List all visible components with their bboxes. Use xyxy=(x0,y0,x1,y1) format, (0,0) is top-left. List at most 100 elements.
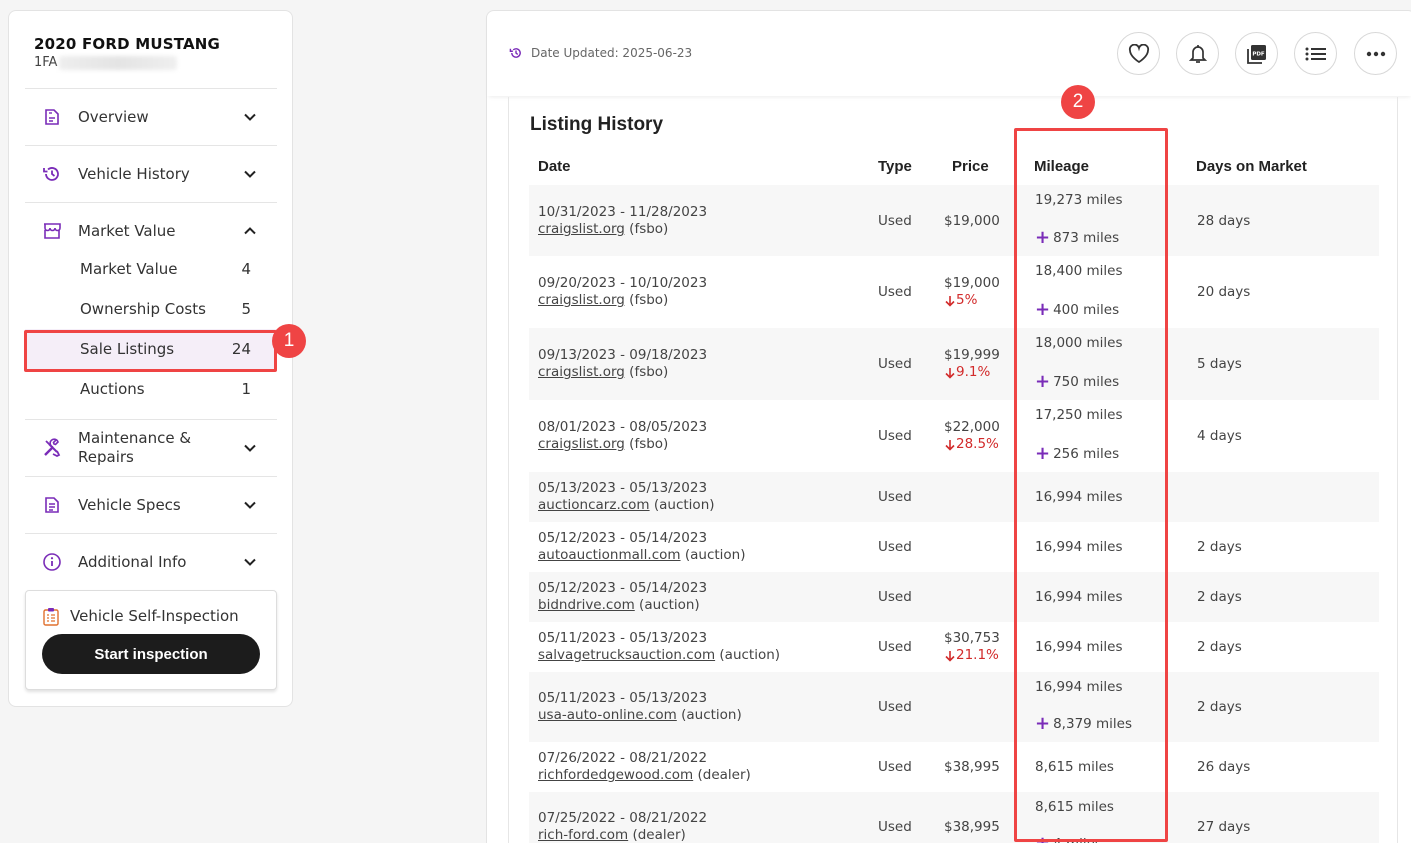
listing-source-link[interactable]: autoauctionmall.com xyxy=(538,547,681,563)
listing-date-cell: 05/11/2023 - 05/13/2023 salvagetrucksauct… xyxy=(538,630,780,664)
listing-price-cell: $19,000 5% xyxy=(944,275,1000,309)
listing-source-link[interactable]: richfordedgewood.com xyxy=(538,767,693,783)
price-drop-percent: 28.5% xyxy=(956,436,999,452)
chevron-down-icon xyxy=(244,113,256,121)
sub-sale-listings[interactable]: Sale Listings 24 xyxy=(25,329,277,369)
vin-prefix: 1FA xyxy=(34,55,58,70)
listing-history-section: Listing History Date Type Price Mileage … xyxy=(508,97,1398,843)
listing-days-on-market: 4 days xyxy=(1197,428,1242,444)
chevron-down-icon xyxy=(244,558,256,566)
nav-additional-info[interactable]: Additional Info xyxy=(25,533,277,590)
listing-source: craigslist.org (fsbo) xyxy=(538,221,707,238)
listing-source-link[interactable]: salvagetrucksauction.com xyxy=(538,647,715,663)
listing-date: 10/31/2023 - 11/28/2023 xyxy=(538,204,708,220)
listing-source-link[interactable]: rich-ford.com xyxy=(538,827,628,843)
listing-price: $19,000 xyxy=(944,275,1000,291)
listing-date-cell: 05/12/2023 - 05/14/2023 autoauctionmall.c… xyxy=(538,530,746,564)
table-row: 05/12/2023 - 05/14/2023 bidndrive.com (au… xyxy=(529,572,1379,622)
listing-source-link[interactable]: craigslist.org xyxy=(538,364,625,380)
nav-maintenance-repairs[interactable]: Maintenance & Repairs xyxy=(25,419,277,476)
listing-kind: (fsbo) xyxy=(629,364,669,380)
table-row: 08/01/2023 - 08/05/2023 craigslist.org (f… xyxy=(529,400,1379,472)
listing-type: Used xyxy=(878,284,912,300)
bell-icon xyxy=(1188,44,1207,63)
listing-source: craigslist.org (fsbo) xyxy=(538,364,707,381)
sub-ownership-costs[interactable]: Ownership Costs 5 xyxy=(25,289,277,329)
listing-date: 09/13/2023 - 09/18/2023 xyxy=(538,347,708,363)
listing-kind: (dealer) xyxy=(632,827,686,843)
mileage-delta: +400 miles xyxy=(1035,299,1119,320)
listing-date-cell: 05/11/2023 - 05/13/2023 usa-auto-online.c… xyxy=(538,690,742,724)
listing-kind: (auction) xyxy=(684,547,746,563)
tools-icon xyxy=(41,437,63,459)
sub-auctions[interactable]: Auctions 1 xyxy=(25,369,277,409)
listing-kind: (fsbo) xyxy=(629,221,669,237)
listing-history-title: Listing History xyxy=(530,114,664,135)
listing-kind: (auction) xyxy=(639,597,700,613)
sub-ownership-costs-label: Ownership Costs xyxy=(80,300,206,318)
listing-type: Used xyxy=(878,213,912,229)
listing-mileage: 18,400 miles xyxy=(1035,263,1123,279)
mileage-delta-value: 8,379 miles xyxy=(1053,716,1133,732)
listing-source-link[interactable]: craigslist.org xyxy=(538,221,625,237)
listing-mileage: 16,994 miles xyxy=(1035,589,1123,605)
plus-icon: + xyxy=(1035,713,1051,734)
plus-icon: + xyxy=(1035,299,1051,320)
sub-market-value[interactable]: Market Value 4 xyxy=(25,249,277,289)
price-drop: 28.5% xyxy=(944,436,1000,453)
start-inspection-button[interactable]: Start inspection xyxy=(42,634,260,674)
date-updated: Date Updated: 2025-06-23 xyxy=(509,46,692,60)
sub-sale-listings-count: 24 xyxy=(231,340,251,358)
col-header-mileage: Mileage xyxy=(1034,158,1090,175)
listing-price-cell: $19,000 xyxy=(944,213,1000,230)
list-view-button[interactable] xyxy=(1294,32,1337,75)
table-row: 05/13/2023 - 05/13/2023 auctioncarz.com (… xyxy=(529,472,1379,522)
listing-type: Used xyxy=(878,699,912,715)
arrow-down-icon xyxy=(945,367,955,379)
chevron-up-icon xyxy=(244,227,256,235)
more-options-button[interactable] xyxy=(1354,32,1397,75)
date-updated-text: Date Updated: 2025-06-23 xyxy=(531,46,693,60)
nav-overview[interactable]: Overview xyxy=(25,88,277,145)
plus-icon: + xyxy=(1035,371,1051,392)
listing-type: Used xyxy=(878,589,912,605)
listing-mileage: 16,994 miles xyxy=(1035,539,1123,555)
listing-source-link[interactable]: usa-auto-online.com xyxy=(538,707,677,723)
table-row: 09/20/2023 - 10/10/2023 craigslist.org (f… xyxy=(529,256,1379,328)
history-icon xyxy=(509,48,521,58)
sub-auctions-count: 1 xyxy=(241,380,251,398)
listing-date: 07/26/2022 - 08/21/2022 xyxy=(538,750,708,766)
storefront-icon xyxy=(41,220,63,242)
listing-date: 05/11/2023 - 05/13/2023 xyxy=(538,630,708,646)
arrow-down-icon xyxy=(945,650,955,662)
alerts-button[interactable] xyxy=(1176,32,1219,75)
mileage-delta: +4 miles xyxy=(1035,835,1102,843)
chevron-down-icon xyxy=(244,170,256,178)
listing-type: Used xyxy=(878,356,912,372)
listing-source-link[interactable]: bidndrive.com xyxy=(538,597,635,613)
listing-source-link[interactable]: craigslist.org xyxy=(538,292,625,308)
mileage-delta: +256 miles xyxy=(1035,445,1120,463)
listing-source-link[interactable]: auctioncarz.com xyxy=(538,497,650,513)
pdf-button[interactable]: PDF xyxy=(1235,32,1278,75)
nav-overview-label: Overview xyxy=(78,107,149,126)
nav-vehicle-history[interactable]: Vehicle History xyxy=(25,145,277,202)
favorite-button[interactable] xyxy=(1117,32,1160,75)
listing-date-cell: 09/13/2023 - 09/18/2023 craigslist.org (f… xyxy=(538,347,707,381)
listing-type: Used xyxy=(878,819,912,835)
chevron-down-icon xyxy=(244,444,256,452)
mileage-delta-value: 256 miles xyxy=(1053,446,1120,462)
arrow-down-icon xyxy=(945,439,955,451)
table-row: 09/13/2023 - 09/18/2023 craigslist.org (f… xyxy=(529,328,1379,400)
mileage-delta: +750 miles xyxy=(1035,371,1119,392)
listing-source-link[interactable]: craigslist.org xyxy=(538,436,625,452)
nav-vehicle-specs[interactable]: Vehicle Specs xyxy=(25,476,277,533)
col-header-date: Date xyxy=(538,158,571,175)
listing-source: usa-auto-online.com (auction) xyxy=(538,707,742,724)
list-icon xyxy=(1305,47,1326,60)
listing-kind: (fsbo) xyxy=(629,436,669,452)
table-row: 05/11/2023 - 05/13/2023 salvagetrucksauct… xyxy=(529,622,1379,672)
vin-redacted xyxy=(59,55,178,70)
plus-icon: + xyxy=(1035,835,1050,843)
nav-vehicle-history-label: Vehicle History xyxy=(78,164,190,183)
